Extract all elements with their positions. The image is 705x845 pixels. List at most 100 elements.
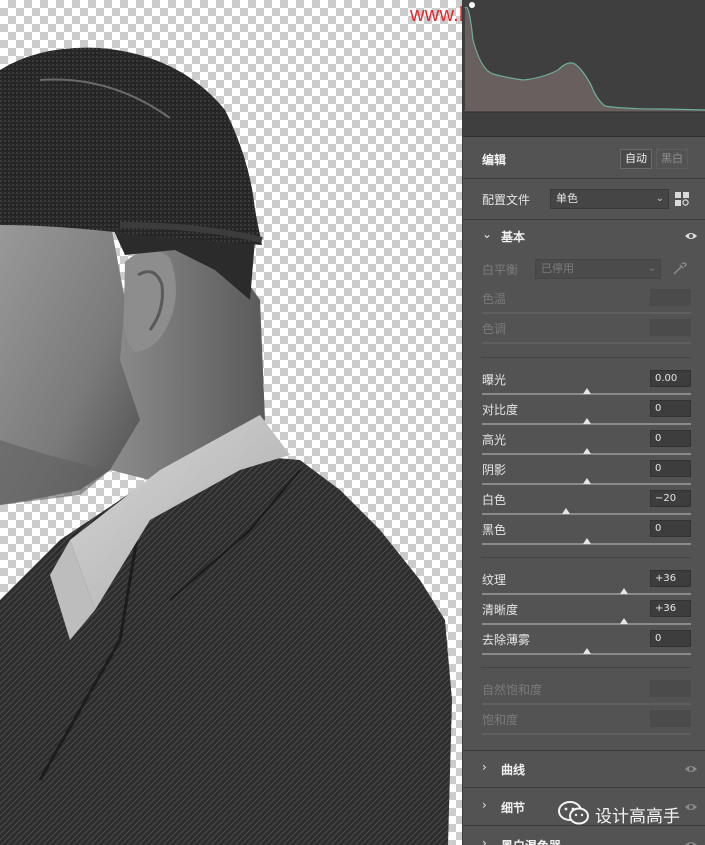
slider-label: 白色	[482, 493, 507, 507]
chevron-right-icon: ›	[482, 760, 487, 774]
eye-icon[interactable]	[684, 764, 698, 774]
slider-track[interactable]	[482, 593, 691, 595]
slider-value-field	[650, 289, 691, 306]
divider	[463, 787, 705, 788]
section-basic-title: 基本	[501, 230, 526, 244]
white-balance-select[interactable]: 已停用 ⌄	[535, 259, 661, 279]
slider[interactable]: 清晰度 +36	[463, 599, 705, 629]
chevron-down-icon: ⌄	[647, 263, 656, 274]
chevron-down-icon: ⌄	[482, 227, 493, 241]
slider-label: 曝光	[482, 373, 507, 387]
slider[interactable]: 纹理 +36	[463, 569, 705, 599]
section-basic[interactable]: ⌄ 基本	[463, 222, 705, 250]
photo-canvas[interactable]: www.baoyidiansheji.com	[0, 0, 462, 845]
section-title: 曲线	[501, 763, 526, 777]
divider	[463, 178, 705, 179]
white-balance-value: 已停用	[541, 262, 574, 275]
slider-value-field[interactable]: 0.00	[650, 370, 691, 387]
black-white-button[interactable]: 黑白	[656, 149, 688, 169]
slider-value-field[interactable]: 0	[650, 400, 691, 417]
slider-track	[482, 703, 691, 705]
white-balance-row: 白平衡 已停用 ⌄	[463, 257, 705, 281]
slider-track	[482, 733, 691, 735]
edit-header: 编辑 自动 黑白	[463, 145, 705, 173]
chevron-right-icon: ›	[482, 836, 487, 845]
portrait-photo	[0, 47, 452, 845]
section-header[interactable]: › 黑白混色器	[463, 831, 705, 845]
wechat-icon	[558, 801, 589, 825]
profile-select[interactable]: 单色 ⌄	[550, 189, 669, 209]
slider-track[interactable]	[482, 513, 691, 515]
slider-value-field[interactable]: 0	[650, 630, 691, 647]
eye-icon[interactable]	[684, 802, 698, 812]
chevron-down-icon: ⌄	[655, 193, 664, 204]
section-title: 黑白混色器	[501, 837, 561, 845]
slider[interactable]: 白色 −20	[463, 489, 705, 519]
section-title: 细节	[501, 801, 526, 815]
slider-thumb[interactable]	[582, 648, 591, 654]
profile-value: 单色	[556, 192, 578, 205]
grid-icon[interactable]	[675, 192, 689, 206]
slider-label: 阴影	[482, 463, 507, 477]
slider: 饱和度	[463, 709, 705, 739]
divider	[463, 750, 705, 751]
divider	[481, 667, 691, 668]
slider-thumb[interactable]	[582, 538, 591, 544]
camera-raw-panel: 编辑 自动 黑白 配置文件 单色 ⌄ ⌄ 基本 白平衡 已停用 ⌄ 色温 色调 …	[462, 0, 705, 845]
watermark-text: www.baoyidiansheji.com	[410, 4, 462, 26]
slider-value-field[interactable]: 0	[650, 520, 691, 537]
slider-label: 饱和度	[482, 713, 519, 727]
eye-icon[interactable]	[684, 231, 698, 241]
slider-label: 色温	[482, 292, 507, 306]
slider-value-field	[650, 680, 691, 697]
white-balance-label: 白平衡	[482, 263, 519, 277]
slider-track	[482, 312, 691, 314]
slider[interactable]: 黑色 0	[463, 519, 705, 549]
slider-thumb[interactable]	[620, 618, 629, 624]
auto-button[interactable]: 自动	[620, 149, 652, 169]
slider-label: 对比度	[482, 403, 519, 417]
wechat-badge-text: 设计高高手	[595, 807, 680, 827]
slider-label: 纹理	[482, 573, 507, 587]
slider-label: 清晰度	[482, 603, 519, 617]
slider-thumb[interactable]	[620, 588, 629, 594]
slider-value-field	[650, 319, 691, 336]
section-header[interactable]: › 曲线	[463, 755, 705, 783]
slider[interactable]: 高光 0	[463, 429, 705, 459]
divider	[481, 357, 691, 358]
slider-value-field[interactable]: +36	[650, 570, 691, 587]
slider-label: 去除薄雾	[482, 633, 531, 647]
histogram	[463, 0, 705, 137]
slider: 自然饱和度	[463, 679, 705, 709]
eyedropper-icon[interactable]	[671, 261, 687, 277]
divider	[463, 219, 705, 220]
slider-label: 黑色	[482, 523, 507, 537]
slider-value-field[interactable]: −20	[650, 490, 691, 507]
slider[interactable]: 对比度 0	[463, 399, 705, 429]
slider-track[interactable]	[482, 623, 691, 625]
slider: 色调	[463, 318, 705, 348]
eye-icon[interactable]	[684, 840, 698, 845]
slider-value-field[interactable]: 0	[650, 430, 691, 447]
slider-thumb[interactable]	[582, 388, 591, 394]
profile-label: 配置文件	[482, 193, 531, 207]
slider-track	[482, 342, 691, 344]
slider-label: 色调	[482, 322, 507, 336]
slider-value-field[interactable]: 0	[650, 460, 691, 477]
slider[interactable]: 去除薄雾 0	[463, 629, 705, 659]
slider-thumb[interactable]	[561, 508, 570, 514]
slider-thumb[interactable]	[582, 448, 591, 454]
slider[interactable]: 阴影 0	[463, 459, 705, 489]
edit-title: 编辑	[482, 153, 507, 167]
slider-label: 高光	[482, 433, 507, 447]
chevron-right-icon: ›	[482, 798, 487, 812]
slider[interactable]: 曝光 0.00	[463, 369, 705, 399]
slider-value-field[interactable]: +36	[650, 600, 691, 617]
divider	[481, 557, 691, 558]
slider-thumb[interactable]	[582, 418, 591, 424]
slider-label: 自然饱和度	[482, 683, 543, 697]
slider-thumb[interactable]	[582, 478, 591, 484]
slider-value-field	[650, 710, 691, 727]
profile-row: 配置文件 单色 ⌄	[463, 186, 705, 212]
slider: 色温	[463, 288, 705, 318]
